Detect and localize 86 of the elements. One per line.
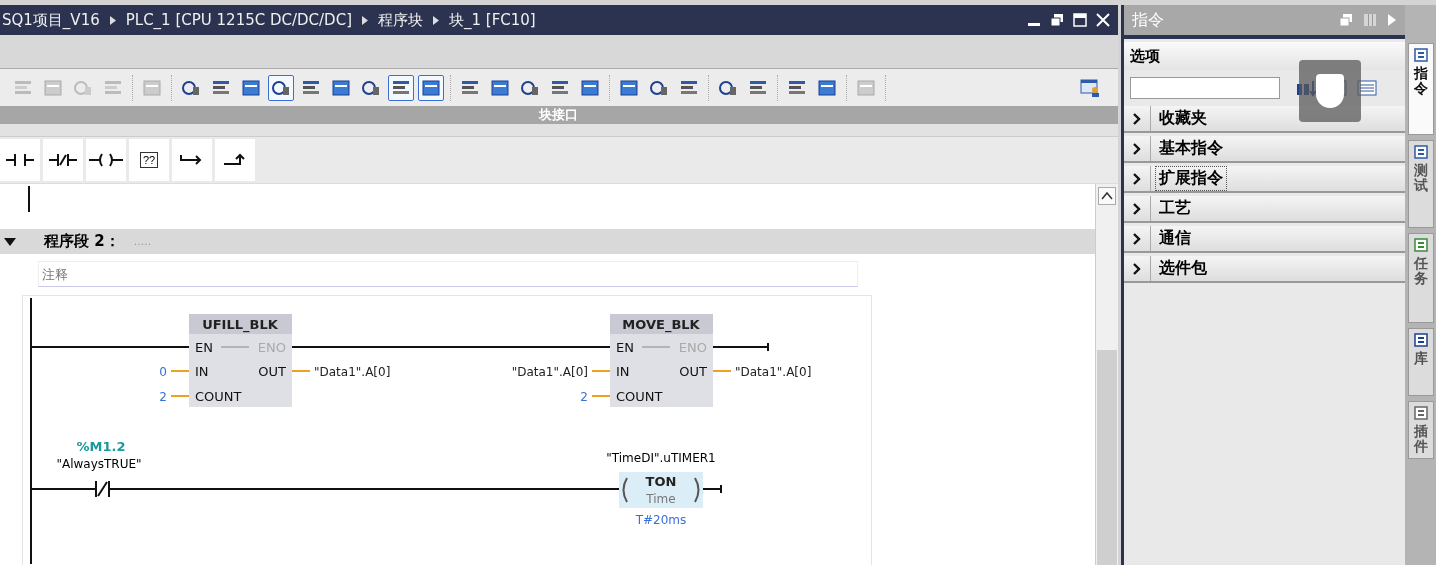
pin-label: IN: [616, 364, 630, 379]
breadcrumb-item[interactable]: 块_1 [FC10]: [449, 10, 536, 30]
pin-connector: [170, 370, 190, 372]
pin-label: OUT: [679, 364, 707, 379]
chevron-icon: [109, 15, 116, 25]
block-name: UFILL_BLK: [202, 317, 278, 332]
vertical-scrollbar[interactable]: [1094, 184, 1118, 565]
contact-tag: "AlwaysTRUE": [56, 457, 142, 471]
tab-icon: [1413, 406, 1428, 420]
pin-label: COUNT: [195, 389, 242, 404]
rung-wire: [702, 484, 722, 494]
pin-connector: [170, 395, 190, 397]
comment-field[interactable]: 注释: [38, 261, 858, 287]
maximize-icon[interactable]: [1072, 13, 1087, 27]
operand[interactable]: "Data1".A[0]: [735, 365, 812, 379]
tab-icon: [1413, 145, 1428, 159]
operand[interactable]: "Data1".A[0]: [511, 365, 588, 379]
contact-address: %M1.2: [76, 439, 126, 454]
panel-title: 指令: [1131, 9, 1164, 31]
tab-icon: [1413, 48, 1428, 62]
timer-coil[interactable]: [619, 472, 703, 508]
pin-link: [220, 346, 250, 348]
restore-icon[interactable]: [1049, 13, 1064, 27]
window-person-icon[interactable]: [1079, 78, 1100, 97]
tab-icon: [1413, 238, 1428, 252]
network-header[interactable]: 程序段 2： .....: [0, 229, 1095, 254]
side-tab[interactable]: 任务: [1407, 233, 1434, 323]
coil-instance: "TimeDI".uTIMER1: [606, 451, 716, 465]
coil-parameter: Time: [646, 492, 676, 506]
ladder-element-icon[interactable]: [43, 139, 83, 181]
pin-connector: [712, 370, 732, 372]
breadcrumb-item[interactable]: SQ1项目_V16: [2, 10, 100, 30]
drag-overlay-icon: [1298, 60, 1361, 122]
ladder-element-icon[interactable]: [86, 139, 126, 181]
tab-icon: [1413, 333, 1428, 347]
operand[interactable]: 2: [580, 390, 588, 404]
options-label: 选项: [1129, 46, 1160, 66]
empty-box-button[interactable]: ??: [129, 139, 169, 181]
toolbar-icon[interactable]: [418, 74, 444, 101]
pin-label: ENO: [678, 340, 707, 355]
pin-link: [641, 346, 671, 348]
function-block[interactable]: [610, 314, 713, 407]
breadcrumb-item[interactable]: 程序块: [378, 10, 423, 30]
instruction-folder[interactable]: 扩展指令: [1123, 166, 1406, 193]
collapse-icon[interactable]: [4, 237, 16, 246]
pin-label: COUNT: [616, 389, 663, 404]
side-tab[interactable]: 测试: [1407, 140, 1434, 228]
ladder-element-icon[interactable]: [0, 139, 40, 181]
ladder-element-icon[interactable]: [172, 139, 212, 181]
pin-label: EN: [616, 340, 634, 355]
contact[interactable]: [95, 480, 110, 498]
toolbar-icon[interactable]: [388, 74, 414, 101]
pin-label: OUT: [258, 364, 286, 379]
chevron-icon: [362, 15, 368, 25]
instruction-folder[interactable]: 工艺: [1123, 196, 1406, 223]
pin-connector: [591, 370, 611, 372]
function-block[interactable]: [189, 314, 292, 407]
operand[interactable]: "Data1".A[0]: [314, 365, 391, 379]
coil-type: TON: [645, 474, 677, 489]
instruction-folder[interactable]: 通信: [1123, 226, 1406, 253]
breadcrumb-item[interactable]: PLC_1 [CPU 1215C DC/DC/DC]: [125, 11, 352, 29]
block-name: MOVE_BLK: [622, 317, 700, 332]
side-tab[interactable]: 插件: [1407, 401, 1434, 459]
operand[interactable]: 2: [159, 390, 167, 404]
operand[interactable]: 0: [159, 365, 167, 379]
scroll-up-icon[interactable]: [1097, 187, 1116, 205]
pin-connector: [291, 370, 311, 372]
network-title: 程序段 2：: [44, 232, 120, 251]
instruction-folder[interactable]: 选件包: [1123, 256, 1406, 283]
scroll-thumb[interactable]: [1096, 350, 1117, 565]
toolbar-icon[interactable]: [268, 74, 294, 101]
pin-label: IN: [195, 364, 209, 379]
search-field[interactable]: [1129, 77, 1280, 99]
chevron-icon: [433, 15, 439, 25]
rung-wire: [30, 488, 96, 490]
pin-label: EN: [195, 340, 213, 355]
instruction-folder[interactable]: 基本指令: [1123, 136, 1406, 163]
rung-wire: [711, 342, 769, 352]
preset-value[interactable]: T#20ms: [635, 513, 687, 527]
close-icon[interactable]: [1095, 13, 1110, 27]
ladder-element-icon[interactable]: [215, 139, 255, 181]
side-tab[interactable]: 指令: [1407, 43, 1434, 135]
side-tab[interactable]: 库: [1407, 328, 1434, 396]
pin-connector: [591, 395, 611, 397]
interface-label: 块接口: [539, 106, 579, 124]
pin-label: ENO: [257, 340, 286, 355]
